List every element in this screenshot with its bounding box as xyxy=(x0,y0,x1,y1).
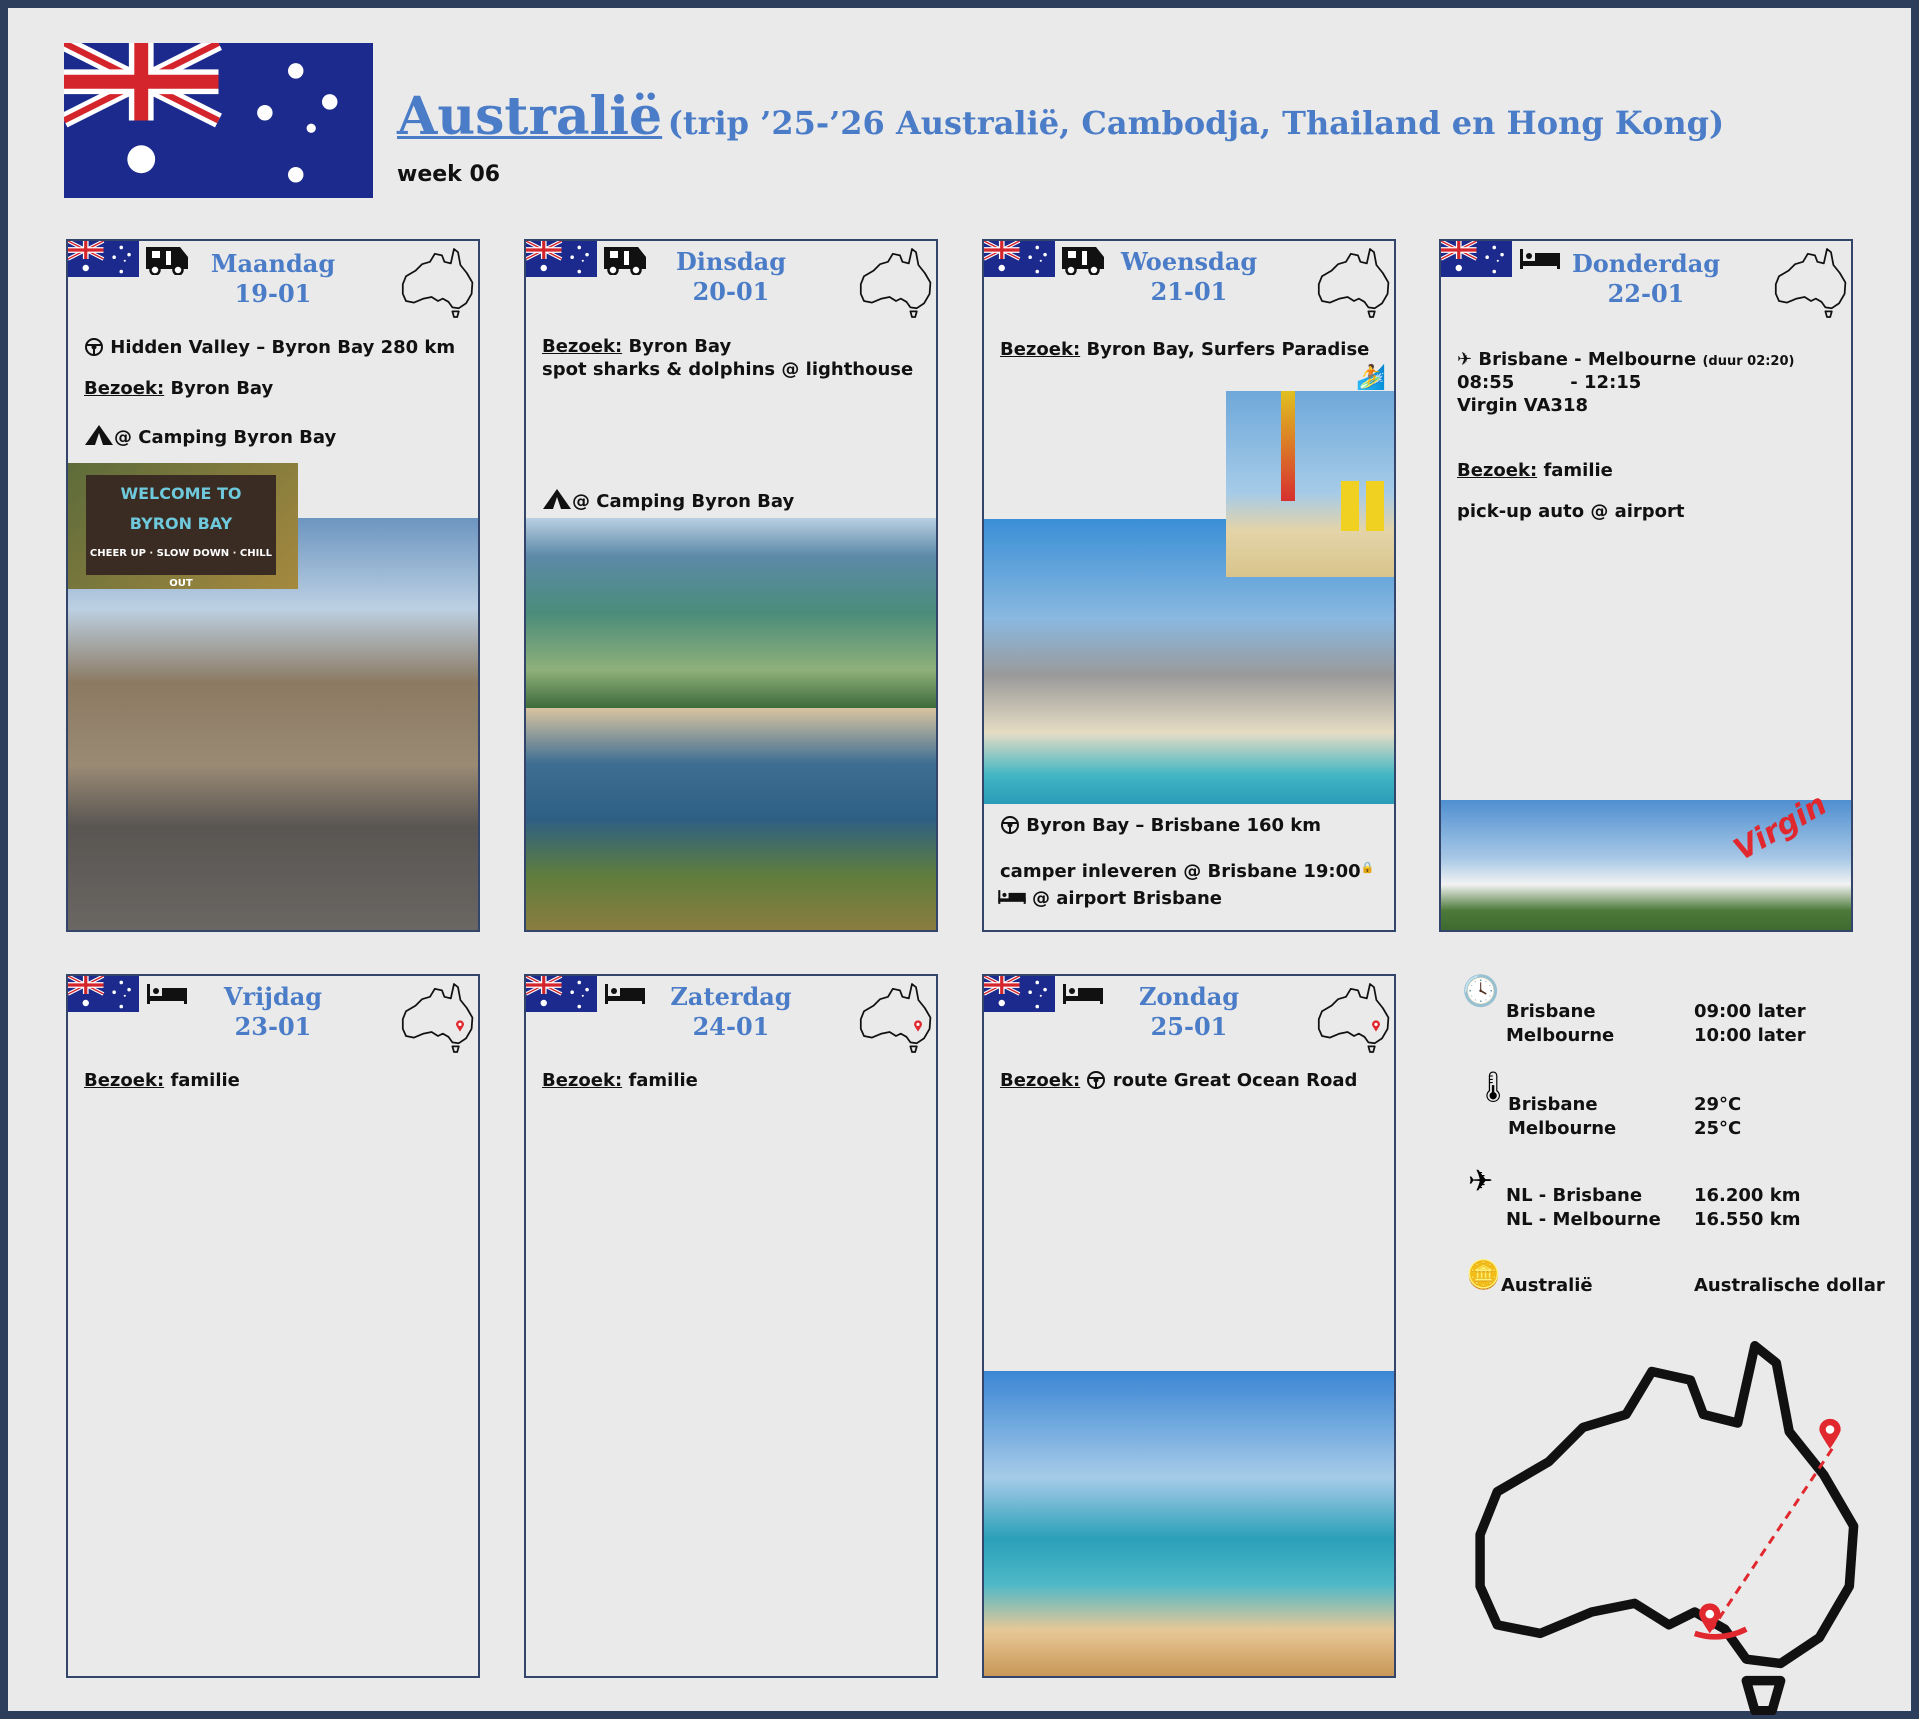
flight-line: ✈ Brisbane - Melbourne (duur 02:20) xyxy=(1457,349,1795,370)
flight-times: 08:55- 12:15 xyxy=(1457,372,1642,393)
lock-icon: 🔒 xyxy=(1360,861,1375,874)
distance-values: 16.200 km 16.550 km xyxy=(1694,1185,1801,1230)
photo-lifeguards xyxy=(1226,391,1394,577)
visit-line: Bezoek: Byron Bay xyxy=(84,378,274,399)
airplane-icon: ✈ xyxy=(1468,1164,1494,1199)
day-card-donderdag: Donderdag 22-01 ✈ Brisbane - Melbourne (d… xyxy=(1439,239,1853,932)
steering-wheel-icon xyxy=(84,337,104,357)
return-line: camper inleveren @ Brisbane 19:00🔒 xyxy=(1000,861,1375,882)
thermometer-icon: 🌡 xyxy=(1474,1070,1513,1105)
location-map-icon xyxy=(1314,978,1394,1054)
photo-surfers xyxy=(526,518,936,708)
steering-wheel-icon xyxy=(1000,815,1020,835)
location-map-icon xyxy=(856,978,936,1054)
distance-routes: NL - Brisbane NL - Melbourne xyxy=(1506,1185,1661,1230)
australia-route-map xyxy=(1444,1320,1894,1715)
timezone-cities: Brisbane Melbourne xyxy=(1506,1001,1615,1046)
flight-route-line xyxy=(1710,1447,1834,1630)
day-header: Zondag 25-01 xyxy=(1138,982,1240,1041)
surfer-icon: 🏄 xyxy=(1356,363,1386,391)
day-card-dinsdag: Dinsdag 20-01 Bezoek: Byron Bay spot shar… xyxy=(524,239,938,932)
location-map-icon xyxy=(398,243,478,319)
temperature-values: 29°C 25°C xyxy=(1694,1094,1742,1139)
photo-virgin-plane: Virgin xyxy=(1441,787,1851,930)
flight-number: Virgin VA318 xyxy=(1457,395,1589,416)
currency-value: Australische dollar xyxy=(1694,1275,1885,1296)
photo-twelve-apostles xyxy=(984,1371,1394,1676)
photo-welcome-sign: WELCOME TO BYRON BAY CHEER UP · SLOW DOWN … xyxy=(68,463,298,589)
tent-icon xyxy=(542,488,572,510)
week-label: week 06 xyxy=(397,162,501,187)
day-header: Dinsdag 20-01 xyxy=(675,247,786,306)
clock-icon: 🕓 xyxy=(1462,974,1500,1009)
day-card-zondag: Zondag 25-01 Bezoek: route Great Ocean Ro… xyxy=(982,974,1396,1678)
australia-flag xyxy=(64,43,373,198)
day-header: Maandag 19-01 xyxy=(210,249,336,308)
day-header: Donderdag 22-01 xyxy=(1571,249,1721,308)
day-header: Vrijdag 23-01 xyxy=(223,982,323,1041)
day-card-zaterdag: Zaterdag 24-01 Bezoek: familie xyxy=(524,974,938,1678)
stay-line: @ Camping Byron Bay xyxy=(84,424,470,448)
stay-line: @ Camping Byron Bay xyxy=(542,488,928,512)
note-line: spot sharks & dolphins @ lighthouse xyxy=(542,359,914,380)
country-title: Australië xyxy=(397,86,663,147)
page-title: Australië (trip ’25-’26 Australië, Cambo… xyxy=(397,86,1724,147)
visit-line: Bezoek: Byron Bay xyxy=(542,336,732,357)
plane-icon: ✈ xyxy=(1457,349,1473,370)
note-line: pick-up auto @ airport xyxy=(1457,501,1685,522)
steering-wheel-icon xyxy=(1086,1070,1106,1090)
currency-country: Australië xyxy=(1501,1275,1593,1296)
coins-icon: 🪙 xyxy=(1466,1258,1501,1291)
day-card-woensdag: Woensdag 21-01 Bezoek: Byron Bay, Surfers… xyxy=(982,239,1396,932)
day-header: Woensdag 21-01 xyxy=(1120,247,1258,306)
day-card-maandag: Maandag 19-01 Hidden Valley – Byron Bay 2… xyxy=(66,239,480,932)
day-card-vrijdag: Vrijdag 23-01 Bezoek: familie xyxy=(66,974,480,1678)
visit-line: Bezoek: familie xyxy=(84,1070,240,1091)
timezone-values: 09:00 later 10:00 later xyxy=(1694,1001,1806,1046)
day-header: Zaterdag 24-01 xyxy=(670,982,792,1041)
drive-line: Hidden Valley – Byron Bay 280 km xyxy=(84,337,470,358)
visit-line: Bezoek: familie xyxy=(1457,460,1613,481)
location-map-icon xyxy=(1314,243,1394,319)
stay-line: @ airport Brisbane xyxy=(992,886,1386,909)
location-map-icon xyxy=(1771,243,1851,319)
drive-line: Byron Bay – Brisbane 160 km xyxy=(1000,815,1386,836)
bed-icon xyxy=(992,886,1032,908)
travel-week-sheet: Australië (trip ’25-’26 Australië, Cambo… xyxy=(8,8,1911,1711)
visit-line: Bezoek: Byron Bay, Surfers Paradise xyxy=(1000,339,1370,360)
visit-line: Bezoek: familie xyxy=(542,1070,698,1091)
visit-line: Bezoek: route Great Ocean Road xyxy=(1000,1070,1358,1091)
location-map-icon xyxy=(856,243,936,319)
location-map-icon xyxy=(398,978,478,1054)
tent-icon xyxy=(84,424,114,446)
brisbane-pin-icon xyxy=(1819,1418,1841,1449)
trip-subtitle: (trip ’25-’26 Australië, Cambodja, Thail… xyxy=(667,104,1725,142)
temperature-cities: Brisbane Melbourne xyxy=(1508,1094,1617,1139)
photo-lighthouse xyxy=(526,708,936,930)
